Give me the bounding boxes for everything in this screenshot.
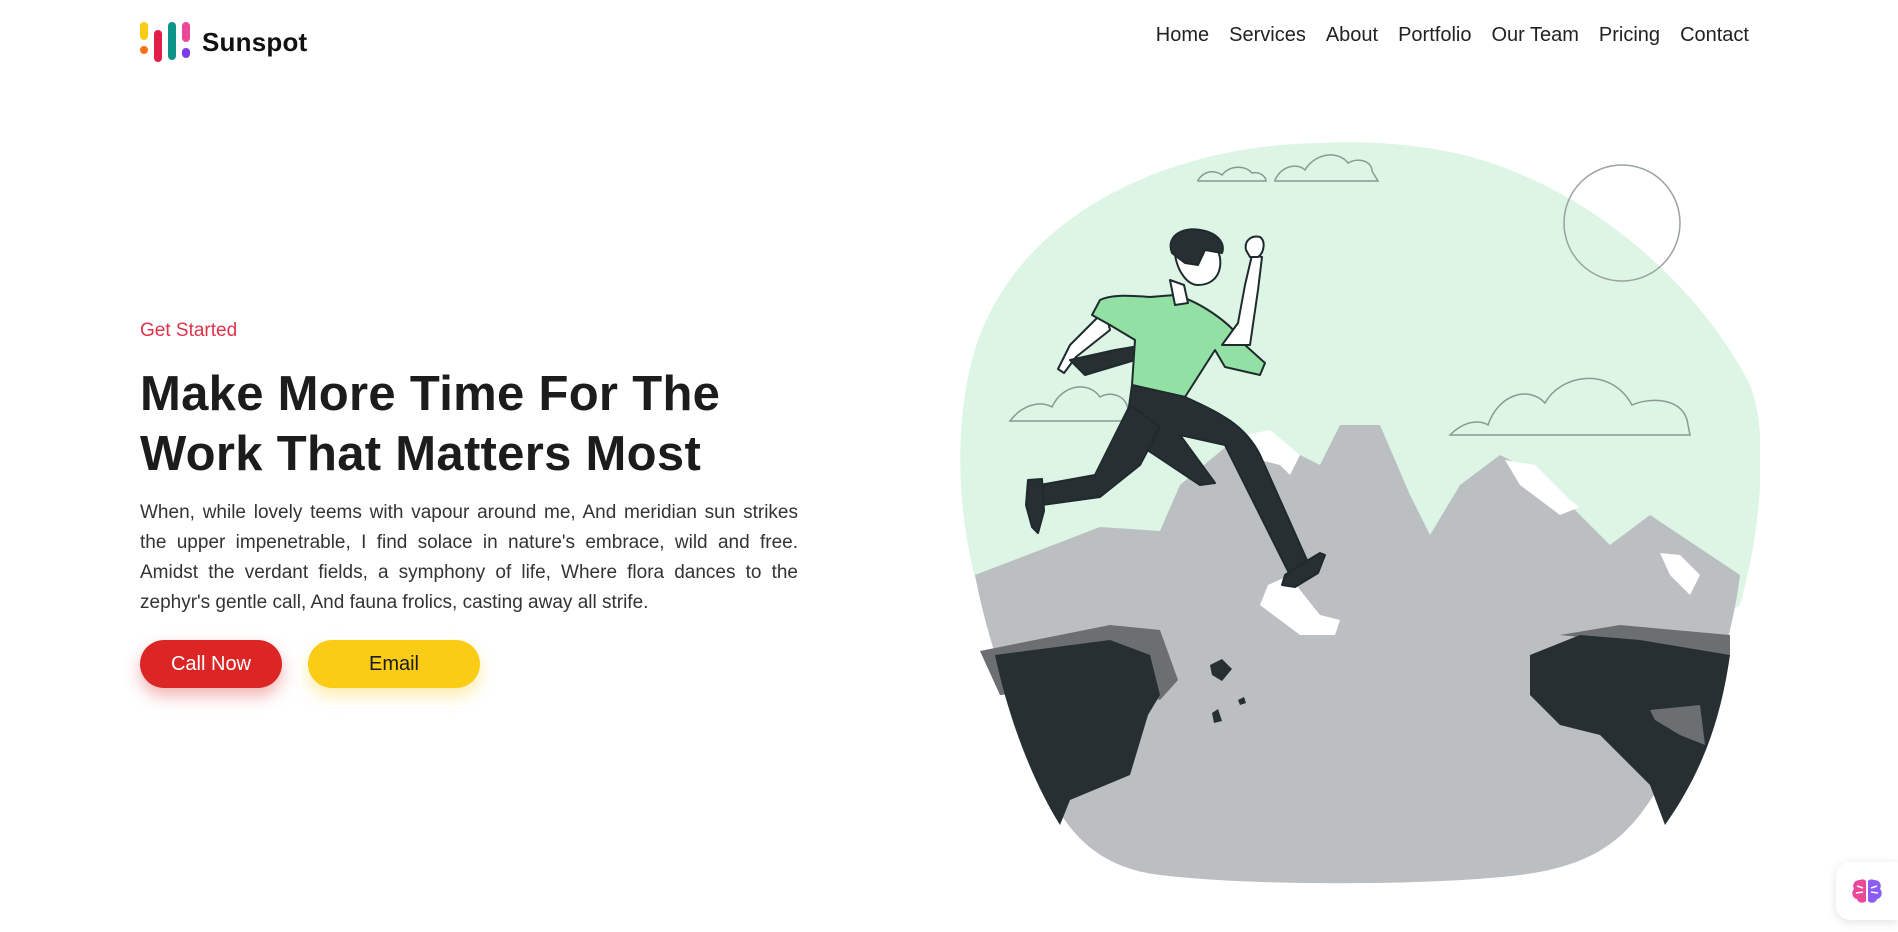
call-now-button[interactable]: Call Now — [140, 640, 282, 688]
hero-headline-line-2: Work That Matters Most — [140, 427, 702, 481]
email-button[interactable]: Email — [308, 640, 480, 688]
assistant-widget-button[interactable] — [1836, 862, 1898, 920]
nav-pricing[interactable]: Pricing — [1599, 24, 1660, 47]
nav-about[interactable]: About — [1326, 24, 1378, 47]
nav-services[interactable]: Services — [1229, 24, 1306, 47]
brand-logo[interactable]: Sunspot — [138, 20, 307, 64]
hero-body: When, while lovely teems with vapour aro… — [140, 502, 798, 613]
site-header: Sunspot Home Services About Portfolio Ou… — [0, 0, 1898, 90]
nav-contact[interactable]: Contact — [1680, 24, 1749, 47]
hero-headline-line-1: Make More Time For The — [140, 367, 721, 421]
hero-content: Get Started Make More Time For The Work … — [140, 320, 798, 688]
main-nav: Home Services About Portfolio Our Team P… — [1156, 24, 1749, 47]
logo-mark-icon — [138, 20, 194, 64]
hero-headline: Make More Time For The Work That Matters… — [140, 364, 798, 484]
brand-name: Sunspot — [202, 26, 308, 57]
brain-icon — [1852, 879, 1882, 903]
hero-illustration — [960, 135, 1761, 895]
hero-eyebrow: Get Started — [140, 320, 238, 341]
nav-portfolio[interactable]: Portfolio — [1398, 24, 1471, 47]
hero-actions: Call Now Email — [140, 640, 798, 688]
nav-home[interactable]: Home — [1156, 24, 1209, 47]
nav-our-team[interactable]: Our Team — [1491, 24, 1578, 47]
leaping-man-illustration — [960, 142, 1761, 884]
